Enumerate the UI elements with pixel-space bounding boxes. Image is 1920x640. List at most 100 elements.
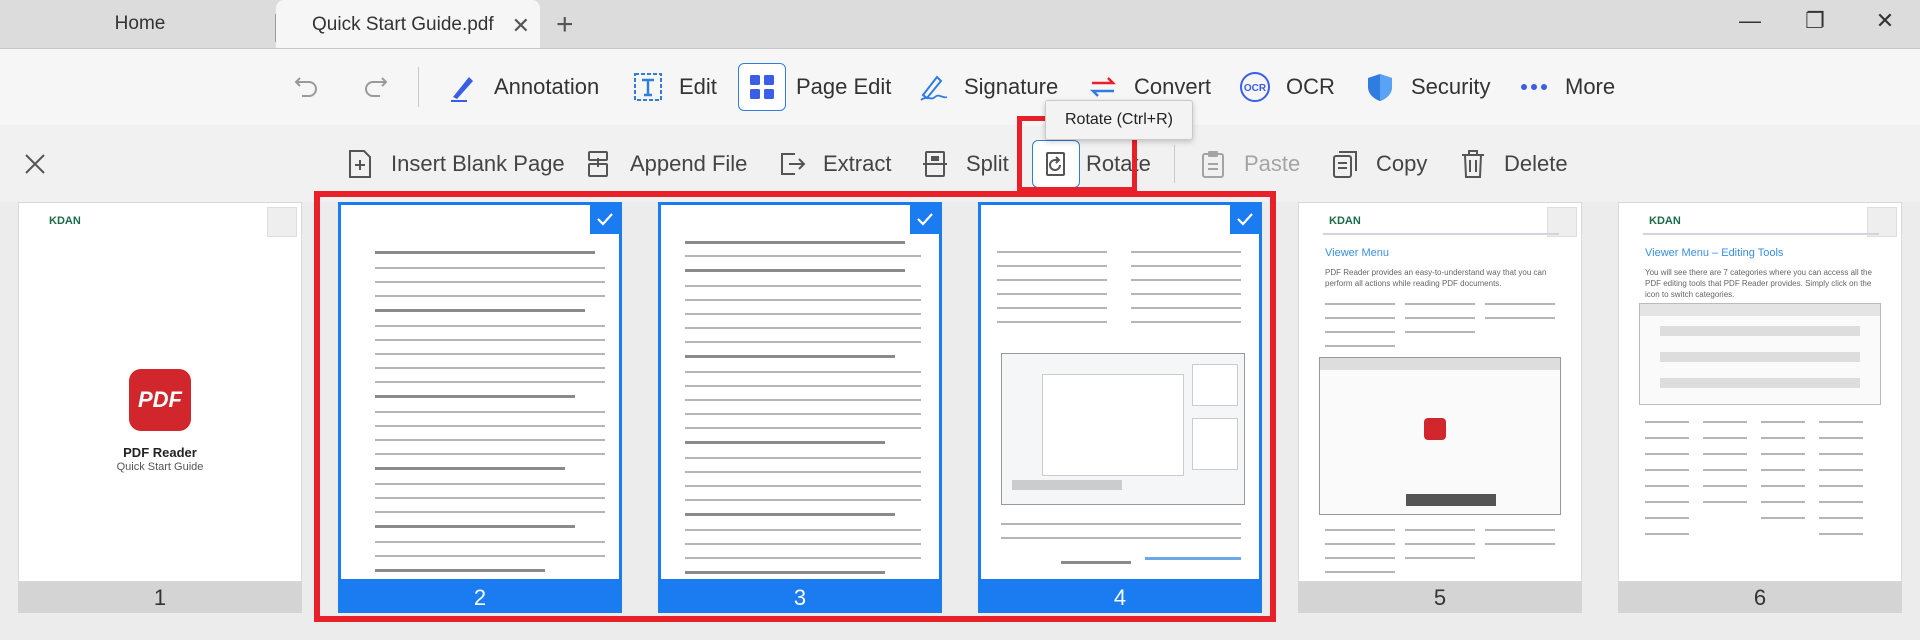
paste-button[interactable]: Paste <box>1198 125 1300 202</box>
page-number: 4 <box>978 582 1262 613</box>
page-edit-label: Page Edit <box>796 74 892 99</box>
convert-label: Convert <box>1134 74 1212 99</box>
page-sheet <box>658 202 942 582</box>
toolbar-divider <box>418 67 419 107</box>
page-thumbnail[interactable]: KDAN PDF PDF Reader Quick Start Guide 1 <box>18 202 302 613</box>
more-button[interactable]: More <box>1517 49 1615 125</box>
shield-icon <box>1363 70 1397 104</box>
security-label: Security <box>1411 74 1491 99</box>
app-subtitle: Quick Start Guide <box>116 461 204 473</box>
page-sheet <box>978 202 1262 582</box>
more-label: More <box>1565 74 1616 99</box>
page-sheet: KDAN PDF PDF Reader Quick Start Guide <box>18 202 302 582</box>
checkmark-icon <box>917 213 933 226</box>
page-edit-button[interactable]: Page Edit <box>738 49 891 125</box>
subtoolbar-divider <box>1174 145 1175 183</box>
paste-label: Paste <box>1244 150 1301 176</box>
ocr-label: OCR <box>1286 74 1335 99</box>
checkmark-icon <box>597 213 613 226</box>
minimize-button[interactable]: — <box>1727 8 1773 34</box>
tab-home[interactable]: Home <box>0 0 280 48</box>
close-icon[interactable]: ✕ <box>512 13 530 39</box>
annotation-label: Annotation <box>494 74 600 99</box>
edit-button[interactable]: Edit <box>631 49 717 125</box>
signature-button[interactable]: Signature <box>916 49 1058 125</box>
rotate-tooltip: Rotate (Ctrl+R) <box>1045 100 1193 140</box>
extract-label: Extract <box>823 150 892 176</box>
annotation-button[interactable]: Annotation <box>446 49 599 125</box>
page-number: 5 <box>1298 582 1582 613</box>
convert-icon <box>1086 70 1120 104</box>
extract-icon <box>777 149 807 179</box>
new-tab-button[interactable]: + <box>556 8 574 42</box>
clipboard-icon <box>1198 149 1228 179</box>
split-button[interactable]: Split <box>920 125 1009 202</box>
split-icon <box>920 149 950 179</box>
page-thumbnail[interactable]: 4 <box>978 202 1262 613</box>
delete-label: Delete <box>1504 150 1568 176</box>
screenshot-figure <box>1319 357 1561 515</box>
trash-icon <box>1458 149 1488 179</box>
redo-icon[interactable] <box>360 69 390 107</box>
extract-button[interactable]: Extract <box>777 125 891 202</box>
window-close-button[interactable]: ✕ <box>1862 8 1908 34</box>
signature-icon <box>916 70 950 104</box>
main-toolbar: Annotation Edit Page Edit Signature Conv… <box>0 48 1920 126</box>
svg-text:OCR: OCR <box>1244 83 1267 94</box>
page-body: PDF Reader provides an easy-to-understan… <box>1325 268 1547 288</box>
close-icon <box>25 153 45 174</box>
page-thumbnail[interactable]: 3 <box>658 202 942 613</box>
page-number: 2 <box>338 582 622 613</box>
page-edit-toolbar: Insert Blank Page Append File Extract Sp… <box>0 125 1920 203</box>
append-file-button[interactable]: Append File <box>584 125 747 202</box>
page-checkbox[interactable] <box>910 204 940 234</box>
delete-button[interactable]: Delete <box>1458 125 1568 202</box>
page-checkbox[interactable] <box>590 204 620 234</box>
insert-blank-page-button[interactable]: Insert Blank Page <box>345 125 565 202</box>
page-thumbnail[interactable]: 2 <box>338 202 622 613</box>
signature-label: Signature <box>964 74 1059 99</box>
pdf-reader-logo: PDF <box>129 369 191 431</box>
diagram-figure <box>1639 303 1881 405</box>
ocr-button[interactable]: OCR OCR <box>1238 49 1335 125</box>
security-button[interactable]: Security <box>1363 49 1490 125</box>
edit-label: Edit <box>679 74 717 99</box>
kdan-logo: KDAN <box>1649 215 1681 227</box>
rotate-icon <box>1032 139 1080 188</box>
page-checkbox[interactable] <box>1230 204 1260 234</box>
checkmark-icon <box>1237 213 1253 226</box>
append-file-icon <box>584 149 614 179</box>
page-heading: Viewer Menu – Editing Tools <box>1645 247 1784 259</box>
page-sheet: KDAN Viewer Menu PDF Reader provides an … <box>1298 202 1582 582</box>
app-name: PDF Reader <box>123 445 197 460</box>
kdan-logo: KDAN <box>49 215 81 227</box>
split-label: Split <box>966 150 1009 176</box>
undo-icon[interactable] <box>292 69 322 107</box>
copy-icon <box>1330 149 1360 179</box>
tab-active-label: Quick Start Guide.pdf <box>312 14 494 35</box>
copy-button[interactable]: Copy <box>1330 125 1427 202</box>
page-number: 6 <box>1618 582 1902 613</box>
append-file-label: Append File <box>630 150 748 176</box>
page-sheet: KDAN Viewer Menu – Editing Tools You wil… <box>1618 202 1902 582</box>
insert-blank-page-label: Insert Blank Page <box>391 150 565 176</box>
rotate-label: Rotate <box>1086 150 1151 176</box>
kdan-logo: KDAN <box>1329 215 1361 227</box>
restore-button[interactable]: ❐ <box>1792 8 1838 34</box>
tab-bar: Home Quick Start Guide.pdf ✕ + — ❐ ✕ <box>0 0 1920 50</box>
ocr-icon: OCR <box>1238 70 1272 104</box>
page-number: 1 <box>18 582 302 613</box>
page-number: 3 <box>658 582 942 613</box>
page-sheet <box>338 202 622 582</box>
page-checkbox[interactable] <box>267 207 297 237</box>
page-heading: Viewer Menu <box>1325 247 1389 259</box>
page-thumbnail[interactable]: KDAN Viewer Menu – Editing Tools You wil… <box>1618 202 1902 613</box>
page-thumbnail[interactable]: KDAN Viewer Menu PDF Reader provides an … <box>1298 202 1582 613</box>
screenshot-figure <box>1001 353 1245 505</box>
tab-quick-start-guide[interactable]: Quick Start Guide.pdf ✕ <box>276 0 540 50</box>
page-body: You will see there are 7 categories wher… <box>1645 268 1872 299</box>
pen-icon <box>446 70 480 104</box>
close-page-edit-button[interactable] <box>22 125 48 202</box>
text-edit-icon <box>631 70 665 104</box>
more-dots-icon <box>1517 70 1551 104</box>
